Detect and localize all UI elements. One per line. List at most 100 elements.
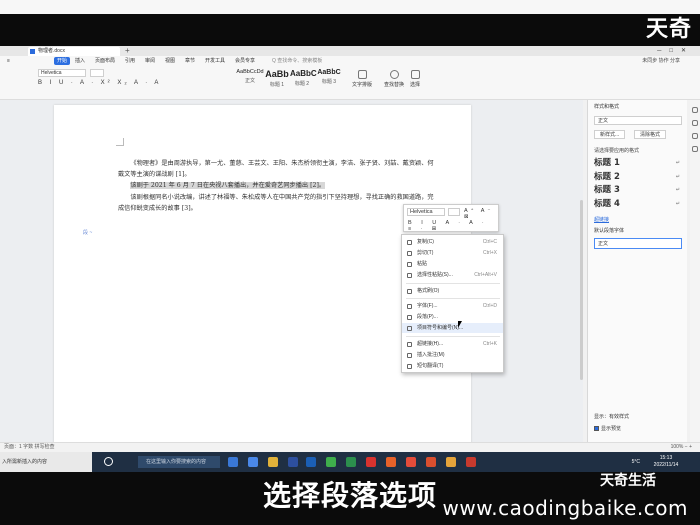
menu-insert[interactable]: 插入 xyxy=(72,57,88,65)
taskbar-red-icon[interactable] xyxy=(406,457,416,467)
paste-icon xyxy=(407,262,412,267)
taskbar-edge-icon[interactable] xyxy=(228,457,238,467)
menu-separator xyxy=(406,283,500,284)
command-search[interactable]: Q 查找命令、搜索模板 xyxy=(272,57,322,65)
menu-bar: ≡ 开始 插入 页面布局 引用 审阅 视图 章节 开发工具 会员专享 Q 查找命… xyxy=(0,56,700,66)
menu-developer[interactable]: 开发工具 xyxy=(202,57,228,65)
mini-format-buttons[interactable]: B I U A ∙ A ∙ ≡ ∙ ⊞ xyxy=(408,220,498,232)
menu-separator xyxy=(406,298,500,299)
taskbar-app-icon[interactable] xyxy=(466,457,476,467)
taskbar-wps-icon[interactable] xyxy=(366,457,376,467)
menu-paste-special[interactable]: 选择性粘贴(S)... Ctrl+Alt+V xyxy=(402,270,503,280)
menu-review[interactable]: 审阅 xyxy=(142,57,158,65)
selected-text[interactable]: 该剧于 2021 年 6 月 7 日在央视八套播出，并在爱奇艺同步播出 [2]。 xyxy=(130,182,326,190)
pane-heading-4[interactable]: 标题 4 ↵ xyxy=(594,198,682,212)
status-bar: 页面：1 字数 拼写检查 100% − + xyxy=(0,442,700,452)
pane-preview-checkbox[interactable]: 显示预览 xyxy=(594,425,621,432)
paragraph-marker: 段 ~ xyxy=(83,230,93,236)
menu-copy[interactable]: 复制(C) Ctrl+C xyxy=(402,237,503,247)
mini-size-select[interactable] xyxy=(448,208,460,216)
taskbar-green-icon[interactable] xyxy=(326,457,336,467)
style-heading-1[interactable]: AaBb 标题 1 xyxy=(264,69,290,88)
taskbar-clock[interactable]: 15:13 2022/11/14 xyxy=(646,455,686,469)
menu-paste[interactable]: 粘贴 xyxy=(402,259,503,269)
document-body[interactable]: 《物理者》是由周游执导，第一尤、董慈、王芸文、王阳、朱杰桥领衔主演，李洁、张子贤… xyxy=(118,158,438,214)
menu-translate[interactable]: 短句翻译(T) xyxy=(402,361,503,371)
taskbar-files-icon[interactable] xyxy=(248,457,258,467)
pane-normal-style[interactable]: 正文 xyxy=(594,238,682,249)
file-menu-icon[interactable]: ≡ xyxy=(4,57,13,65)
menu-member[interactable]: 会员专享 xyxy=(232,57,258,65)
styles-pane-title: 样式和格式 xyxy=(594,104,620,110)
weather-tray[interactable]: 5°C xyxy=(632,452,640,472)
taskbar-app-icon[interactable] xyxy=(446,457,456,467)
new-style-button[interactable]: 新样式... xyxy=(594,130,626,139)
floating-format-toolbar: Helvetica A⁺ A⁻ ⊠ B I U A ∙ A ∙ ≡ ∙ ⊞ xyxy=(403,204,499,232)
paragraph-intro[interactable]: 《物理者》是由周游执导，第一尤、董慈、王芸文、王阳、朱杰桥领衔主演，李洁、张子贤… xyxy=(118,158,438,180)
pane-heading-2[interactable]: 标题 2 ↵ xyxy=(594,171,682,185)
taskbar-folder-icon[interactable] xyxy=(268,457,278,467)
select-button[interactable]: 选择 xyxy=(410,70,420,88)
window-controls[interactable]: ─□✕ xyxy=(657,46,694,56)
font-family-select[interactable]: Helvetica xyxy=(38,69,86,77)
pane-heading-3[interactable]: 标题 3 ↵ xyxy=(594,184,682,198)
vertical-scrollbar[interactable] xyxy=(580,200,583,380)
brand-logo-top: 天奇 xyxy=(645,17,692,42)
list-icon xyxy=(407,326,412,331)
mini-font-select[interactable]: Helvetica xyxy=(407,208,445,216)
pane-show-select[interactable]: 显示：有效样式 xyxy=(594,413,629,420)
menu-references[interactable]: 引用 xyxy=(122,57,138,65)
side-tools-icon[interactable] xyxy=(692,146,698,152)
pane-hyperlink-style[interactable]: 超链接 xyxy=(594,216,609,223)
taskbar-store-icon[interactable] xyxy=(288,457,298,467)
taskbar-tip: 入所需新插入的内容 xyxy=(0,452,92,472)
taskbar-ps-icon[interactable] xyxy=(306,457,316,467)
mini-grow-shrink-buttons[interactable]: A⁺ A⁻ ⊠ xyxy=(464,208,498,220)
menu-format-painter[interactable]: 格式刷(O) xyxy=(402,286,503,296)
menu-paragraph[interactable]: 段落(P)... xyxy=(402,312,503,322)
style-heading-3[interactable]: AaBbC 标题 3 xyxy=(315,69,343,85)
taskbar-app-icon[interactable] xyxy=(426,457,436,467)
menu-insert-comment[interactable]: 插入批注(M) xyxy=(402,350,503,360)
taskbar-search[interactable]: 在这里输入你要搜索的内容 xyxy=(138,456,220,468)
start-icon[interactable] xyxy=(104,457,113,466)
paragraph-plot[interactable]: 该剧根据同名小说改编，讲述了林福等、朱松成等人在中国共产党的指引下坚持理想，寻找… xyxy=(118,192,438,214)
translate-icon xyxy=(407,364,412,369)
pane-heading-1[interactable]: 标题 1 ↵ xyxy=(594,157,682,171)
find-replace-button[interactable]: 查找替换 xyxy=(384,70,404,88)
menu-right-actions[interactable]: 未同步 协作 分享 xyxy=(642,57,680,65)
text-layout-button[interactable]: 文字排版 xyxy=(352,70,372,88)
menu-home[interactable]: 开始 xyxy=(54,57,71,65)
clear-format-button[interactable]: 清除格式 xyxy=(634,130,667,139)
magnifier-icon xyxy=(389,70,399,79)
scissors-icon xyxy=(407,251,412,256)
document-icon xyxy=(30,49,35,54)
menu-layout[interactable]: 页面布局 xyxy=(92,57,118,65)
menu-view[interactable]: 视图 xyxy=(162,57,178,65)
taskbar-orange-icon[interactable] xyxy=(386,457,396,467)
menu-font[interactable]: 字体(F)... Ctrl+D xyxy=(402,301,503,311)
pane-default-font-style[interactable]: 默认段落字体 xyxy=(594,227,682,234)
side-styles-icon[interactable] xyxy=(692,107,698,113)
font-size-select[interactable] xyxy=(90,69,104,77)
zoom-control[interactable]: 100% − + xyxy=(671,443,692,452)
side-select-icon[interactable] xyxy=(692,120,698,126)
menu-chapter[interactable]: 章节 xyxy=(182,57,198,65)
menu-separator xyxy=(406,336,500,337)
format-buttons[interactable]: B I U ∙ A ∙ X² X₂ A ∙ A xyxy=(38,80,161,86)
ribbon-toolbar: Helvetica B I U ∙ A ∙ X² X₂ A ∙ A AaBbCc… xyxy=(0,66,700,100)
style-normal[interactable]: AaBbCcDd 正文 xyxy=(236,69,264,84)
menu-bullets-numbering[interactable]: 项目符号和编号(N)... xyxy=(402,323,503,333)
new-tab-icon[interactable]: + xyxy=(125,46,130,56)
style-heading-2[interactable]: AaBbC 标题 2 xyxy=(290,69,317,87)
comment-icon xyxy=(407,353,412,358)
current-style-select[interactable]: 正文 xyxy=(594,116,682,125)
document-tab[interactable]: 物理者.docx xyxy=(28,47,120,56)
paragraph-selected[interactable]: 该剧于 2021 年 6 月 7 日在央视八套播出，并在爱奇艺同步播出 [2]。 xyxy=(118,180,438,191)
taskbar-wechat-icon[interactable] xyxy=(346,457,356,467)
document-tab-title: 物理者.docx xyxy=(38,48,65,54)
menu-hyperlink[interactable]: 超链接(H)... Ctrl+K xyxy=(402,339,503,349)
side-properties-icon[interactable] xyxy=(692,133,698,139)
menu-cut[interactable]: 剪切(T) Ctrl+X xyxy=(402,248,503,258)
mouse-pointer-icon xyxy=(458,321,462,328)
